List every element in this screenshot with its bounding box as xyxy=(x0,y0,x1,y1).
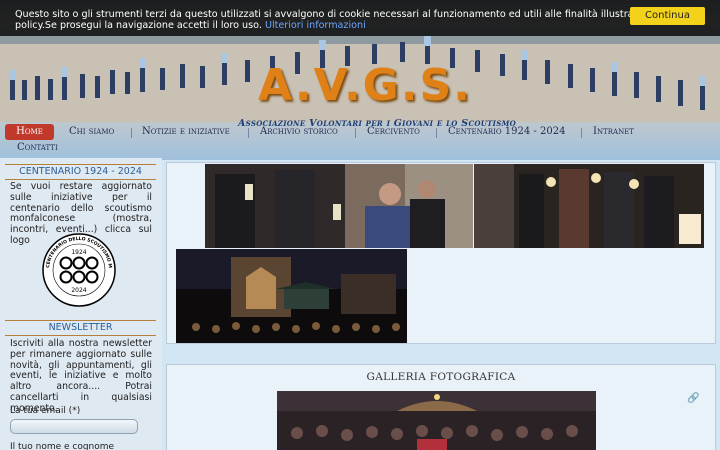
centenario-box-title: CENTENARIO 1924 - 2024 xyxy=(5,164,156,180)
badge-year-top: 1924 xyxy=(71,249,86,256)
nav-item-home[interactable]: Home xyxy=(5,124,54,140)
photo-group-candles[interactable] xyxy=(474,164,704,248)
gallery-title: GALLERIA FOTOGRAFICA xyxy=(366,371,516,383)
newsletter-name-label: Il tuo nome e cognome xyxy=(10,442,115,450)
photo-group-toast[interactable] xyxy=(205,164,473,248)
centenario-logo[interactable]: 1924 2024 CENTENARIO DELLO SCOUTISMO MON… xyxy=(41,232,117,308)
site-logo-text[interactable]: A.V.G.S. xyxy=(258,60,472,111)
newsletter-email-label: La tua email (*) xyxy=(10,406,81,416)
nav-item-cercivento[interactable]: Cercivento xyxy=(367,126,420,137)
cookie-banner: Questo sito o gli strumenti terzi da que… xyxy=(0,0,720,36)
gallery-photo[interactable] xyxy=(277,391,596,450)
newsletter-email-input[interactable] xyxy=(10,419,138,434)
newsletter-box-title: NEWSLETTER xyxy=(5,320,156,336)
nav-item-chi-siamo[interactable]: Chi siamo xyxy=(69,126,114,137)
cookie-more-info-link[interactable]: Ulteriori informazioni xyxy=(265,20,366,31)
photo-church-night[interactable] xyxy=(176,249,407,343)
main-nav: Home Chi siamo Notizie e iniziative Arch… xyxy=(0,122,720,158)
newsletter-box-text: Iscriviti alla nostra newsletter per rim… xyxy=(10,338,152,414)
nav-item-archivio[interactable]: Archivio storico xyxy=(260,126,338,137)
nav-item-contatti[interactable]: Contatti xyxy=(17,142,58,153)
nav-item-notizie[interactable]: Notizie e iniziative xyxy=(142,126,230,137)
link-icon[interactable]: 🔗 xyxy=(687,393,699,404)
nav-item-intranet[interactable]: Intranet xyxy=(593,126,634,137)
nav-item-centenario[interactable]: Centenario 1924 - 2024 xyxy=(448,126,565,137)
badge-year-bottom: 2024 xyxy=(71,287,86,294)
cookie-accept-button[interactable]: Continua xyxy=(630,7,705,25)
